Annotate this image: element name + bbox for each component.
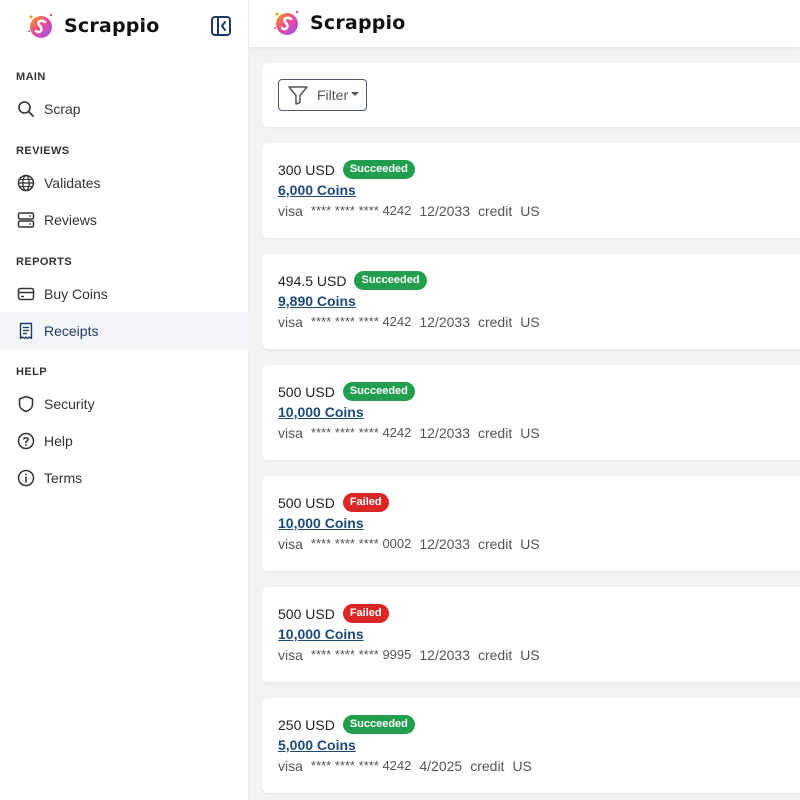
status-badge: Failed <box>342 604 389 623</box>
card-brand: visa <box>278 758 303 774</box>
card-funding: credit <box>477 314 513 330</box>
receipt-card: 500 USD Failed 10,000 Coins visa **** **… <box>262 476 800 571</box>
receipt-amount: 250 USD <box>278 716 335 733</box>
status-badge: Succeeded <box>342 715 415 734</box>
card-expiry: 12/2033 <box>419 536 470 552</box>
coins-link[interactable]: 6,000 Coins <box>278 182 356 198</box>
receipt-card: 500 USD Failed 10,000 Coins visa **** **… <box>262 587 800 682</box>
section-reviews: REVIEWS <box>16 145 70 157</box>
receipt-card: 300 USD Succeeded 6,000 Coins visa **** … <box>262 143 800 238</box>
sidebar-item-label: Help <box>44 432 73 449</box>
receipt-card: 250 USD Succeeded 5,000 Coins visa **** … <box>262 698 800 793</box>
sidebar-item-label: Receipts <box>44 322 99 339</box>
scrappio-logo-icon <box>28 13 53 38</box>
sidebar-item-label: Scrap <box>44 100 81 117</box>
card-expiry: 12/2033 <box>419 314 470 330</box>
sidebar-item-label: Validates <box>44 174 101 191</box>
sidebar-item-security[interactable]: Security <box>0 385 249 422</box>
card-funding: credit <box>477 425 513 441</box>
status-badge: Succeeded <box>354 271 427 290</box>
coins-link[interactable]: 5,000 Coins <box>278 737 356 753</box>
sidebar-item-reviews[interactable]: Reviews <box>0 201 249 238</box>
card-expiry: 12/2033 <box>419 203 470 219</box>
card-brand: visa <box>278 425 303 441</box>
card-country: US <box>520 314 540 330</box>
filter-icon <box>288 86 308 105</box>
card-brand: visa <box>278 647 303 663</box>
card-funding: credit <box>477 536 513 552</box>
status-badge: Failed <box>342 493 389 512</box>
sidebar-item-buy-coins[interactable]: Buy Coins <box>0 275 249 312</box>
sidebar-item-label: Terms <box>44 469 83 486</box>
sidebar-brand[interactable]: Scrappio <box>26 11 160 41</box>
collapse-sidebar-icon[interactable] <box>210 15 232 37</box>
sidebar-item-validates[interactable]: Validates <box>0 164 249 201</box>
receipt-amount: 500 USD <box>278 605 335 622</box>
card-number: **** **** **** 4242 <box>310 758 412 773</box>
card-brand: visa <box>278 203 303 219</box>
card-country: US <box>520 536 540 552</box>
filter-button[interactable]: Filter <box>278 79 367 111</box>
shield-icon <box>16 394 36 414</box>
receipt-amount: 300 USD <box>278 161 335 178</box>
coins-link[interactable]: 10,000 Coins <box>278 515 364 531</box>
card-number: **** **** **** 0002 <box>310 536 412 551</box>
sidebar-item-label: Buy Coins <box>44 285 108 302</box>
info-circle-icon <box>16 468 36 488</box>
filter-bar: Filter <box>262 63 800 127</box>
sidebar: Scrappio MAIN Scrap REVIEWS Validates Re… <box>0 0 249 800</box>
globe-icon <box>16 173 36 193</box>
filter-label: Filter <box>317 87 349 103</box>
search-icon <box>16 99 36 119</box>
section-main: MAIN <box>16 71 46 83</box>
card-number: **** **** **** 4242 <box>310 314 412 329</box>
receipt-card: 500 USD Succeeded 10,000 Coins visa ****… <box>262 365 800 460</box>
card-funding: credit <box>477 647 513 663</box>
sidebar-item-help[interactable]: Help <box>0 422 249 459</box>
server-icon <box>16 210 36 230</box>
status-badge: Succeeded <box>342 382 415 401</box>
card-country: US <box>520 203 540 219</box>
card-expiry: 4/2025 <box>419 758 463 774</box>
receipt-amount: 500 USD <box>278 494 335 511</box>
section-help: HELP <box>16 366 47 378</box>
card-number: **** **** **** 9995 <box>310 647 412 662</box>
receipt-amount: 500 USD <box>278 383 335 400</box>
sidebar-item-terms[interactable]: Terms <box>0 459 249 496</box>
section-reports: REPORTS <box>16 256 72 268</box>
coins-link[interactable]: 10,000 Coins <box>278 626 364 642</box>
sidebar-item-label: Reviews <box>44 211 97 228</box>
app-name: Scrappio <box>64 15 160 37</box>
receipt-card: 494.5 USD Succeeded 9,890 Coins visa ***… <box>262 254 800 349</box>
coins-link[interactable]: 10,000 Coins <box>278 404 364 420</box>
sidebar-item-scrap[interactable]: Scrap <box>0 90 249 127</box>
card-expiry: 12/2033 <box>419 425 470 441</box>
card-brand: visa <box>278 314 303 330</box>
card-country: US <box>520 425 540 441</box>
card-brand: visa <box>278 536 303 552</box>
status-badge: Succeeded <box>342 160 415 179</box>
card-funding: credit <box>470 758 505 774</box>
card-number: **** **** **** 4242 <box>310 425 412 440</box>
topbar-brand[interactable]: Scrappio <box>272 8 406 38</box>
chevron-down-icon <box>351 91 360 96</box>
scrappio-logo-icon <box>274 10 299 35</box>
top-bar: Scrappio <box>249 0 800 47</box>
sidebar-item-label: Security <box>44 395 95 412</box>
receipt-icon <box>16 321 36 341</box>
coins-link[interactable]: 9,890 Coins <box>278 293 356 309</box>
card-number: **** **** **** 4242 <box>310 203 412 218</box>
credit-card-icon <box>16 284 36 304</box>
sidebar-item-receipts[interactable]: Receipts <box>0 312 249 349</box>
card-funding: credit <box>477 203 513 219</box>
card-expiry: 12/2033 <box>419 647 470 663</box>
card-country: US <box>512 758 532 774</box>
receipt-amount: 494.5 USD <box>278 272 347 289</box>
app-name: Scrappio <box>310 12 406 34</box>
card-country: US <box>520 647 540 663</box>
question-circle-icon <box>16 431 36 451</box>
